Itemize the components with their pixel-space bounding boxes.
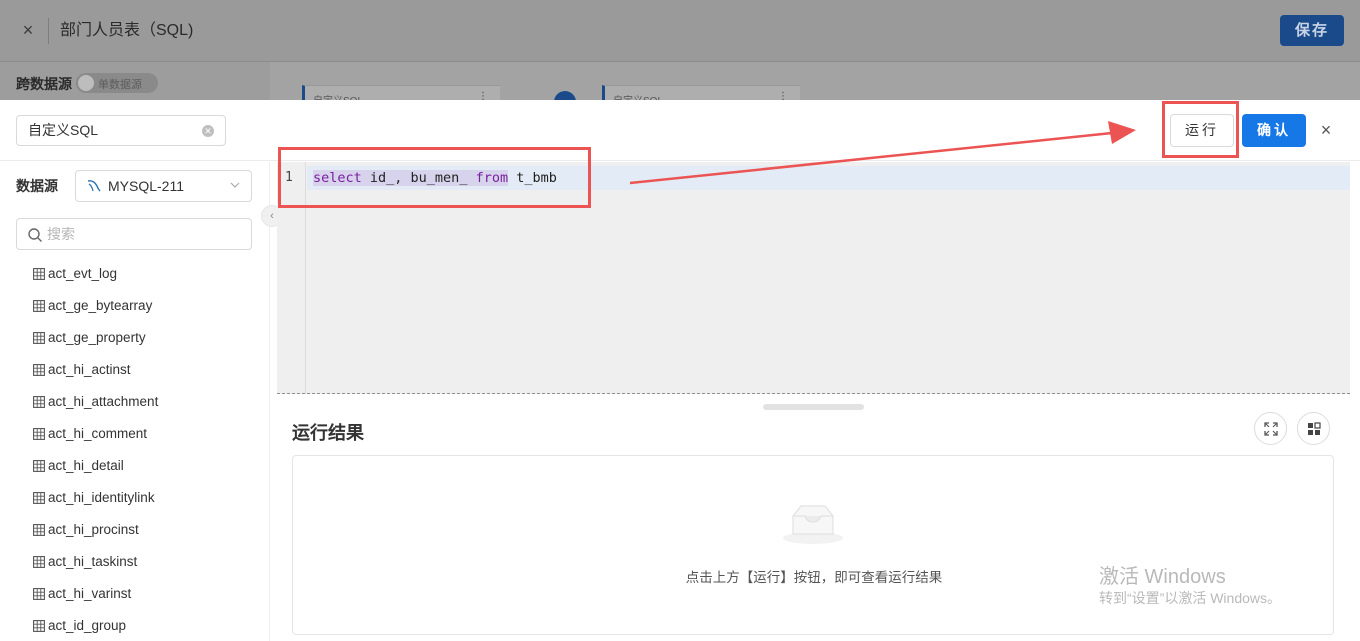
- annotation-arrow-icon: [629, 121, 1136, 185]
